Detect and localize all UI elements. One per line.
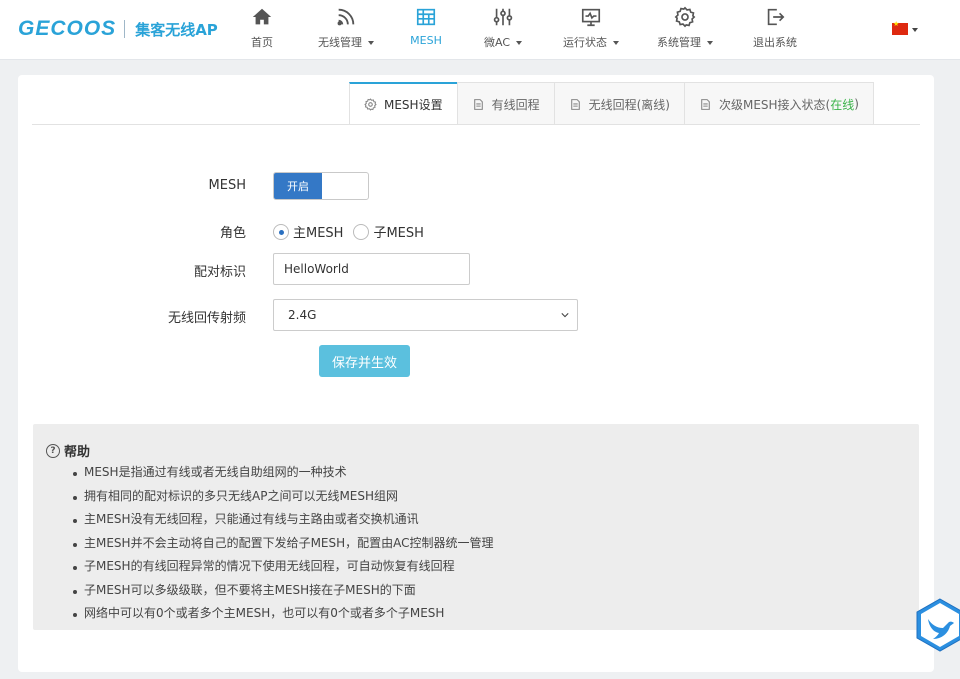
radio-button-unchecked[interactable] (353, 223, 370, 240)
backhaul-band-label: 无线回传射频 (167, 311, 246, 326)
tab-divider (32, 124, 920, 125)
tab-label: MESH设置 (384, 98, 443, 112)
logo-divider (124, 20, 126, 38)
pair-id-input[interactable] (273, 253, 470, 285)
save-and-apply-button[interactable]: 保存并生效 (319, 345, 410, 377)
nav-label-wireless: 无线管理 (318, 36, 362, 49)
document-icon (472, 98, 485, 111)
nav-item-micro-ac[interactable]: 微AC (478, 6, 528, 54)
role-row: 角色 主MESH 子MESH (18, 220, 934, 241)
radio-button-checked[interactable] (273, 223, 289, 240)
nav-label-home: 首页 (251, 36, 273, 49)
role-label: 角色 (219, 226, 246, 241)
pair-id-label: 配对标识 (193, 265, 246, 280)
chevron-down-icon (561, 313, 569, 318)
help-item: 网络中可以有0个或者多个主MESH，也可以有0个或者多个子MESH (71, 602, 494, 626)
brand-subtitle: 集客无线AP (135, 20, 218, 39)
help-panel: ? 帮助 MESH是指通过有线或者无线自助组网的一种技术 拥有相同的配对标识的多… (33, 424, 919, 630)
content-card: MESH设置 有线回程 无线回程(离线) 次级MESH接入状态(在线) MESH… (18, 75, 934, 672)
gear-icon (364, 98, 377, 111)
tab-wireless-backhaul[interactable]: 无线回程(离线) (553, 82, 685, 125)
home-icon (244, 6, 280, 32)
role-radio-group: 主MESH 子MESH (273, 222, 434, 241)
nav-label-mesh: MESH (410, 34, 442, 47)
nav-label-logout: 退出系统 (753, 36, 797, 49)
role-option-label: 子MESH (373, 226, 424, 241)
logout-icon (750, 6, 800, 32)
tab-label: 次级MESH接入状态( (718, 97, 831, 112)
sliders-icon (478, 6, 528, 32)
role-option-label: 主MESH (293, 226, 344, 241)
mesh-toggle-on-label: 开启 (274, 173, 322, 199)
help-item: 子MESH可以多级级联，但不要将主MESH接在子MESH的下面 (71, 579, 494, 603)
tab-mesh-settings[interactable]: MESH设置 (349, 82, 458, 125)
nav-label-micro-ac: 微AC (483, 36, 510, 49)
brand-name: GECOOS (18, 17, 117, 40)
help-list: MESH是指通过有线或者无线自助组网的一种技术 拥有相同的配对标识的多只无线AP… (71, 461, 494, 626)
help-item: MESH是指通过有线或者无线自助组网的一种技术 (71, 461, 494, 485)
nav-item-mesh[interactable]: MESH (406, 6, 446, 54)
monitor-icon (558, 6, 624, 32)
help-item: 子MESH的有线回程异常的情况下使用无线回程，可自动恢复有线回程 (71, 555, 494, 579)
backhaul-band-value: 2.4G (288, 308, 317, 322)
role-radio-sub[interactable]: 子MESH (353, 222, 424, 241)
document-icon (569, 98, 582, 111)
tab-wired-backhaul[interactable]: 有线回程 (456, 82, 555, 125)
chevron-down-icon (368, 41, 374, 45)
nav-label-system: 系统管理 (657, 36, 701, 49)
chevron-down-icon (707, 41, 713, 45)
tab-label-suffix: ) (854, 97, 859, 111)
help-item: 主MESH没有无线回程，只能通过有线与主路由或者交换机通讯 (71, 508, 494, 532)
tab-bar: MESH设置 有线回程 无线回程(离线) 次级MESH接入状态(在线) (349, 82, 874, 125)
question-circle-icon: ? (46, 443, 60, 458)
help-title: ? 帮助 (46, 441, 90, 460)
china-flag-icon[interactable] (892, 20, 908, 35)
mesh-icon (406, 6, 446, 32)
nav-item-home[interactable]: 首页 (244, 6, 280, 54)
gear-icon (652, 6, 718, 32)
language-chevron-down-icon[interactable] (912, 28, 918, 32)
document-icon (699, 98, 712, 111)
nav-item-logout[interactable]: 退出系统 (750, 6, 800, 54)
top-navigation-bar: GECOOS 集客无线AP 首页 无线管理 MESH 微AC 运行状态 系统管理… (0, 0, 960, 60)
nav-item-system[interactable]: 系统管理 (652, 6, 718, 54)
wifi-icon (313, 6, 379, 32)
nav-item-running-status[interactable]: 运行状态 (558, 6, 624, 54)
brand-logo[interactable]: GECOOS 集客无线AP (18, 17, 218, 41)
nav-label-running-status: 运行状态 (563, 36, 607, 49)
help-title-text: 帮助 (64, 445, 91, 460)
help-item: 拥有相同的配对标识的多只无线AP之间可以无线MESH组网 (71, 485, 494, 509)
tab-label: 无线回程(离线) (588, 97, 670, 112)
mesh-switch-row: MESH 开启 (18, 172, 934, 200)
nav-item-wireless[interactable]: 无线管理 (313, 6, 379, 54)
pair-id-row: 配对标识 (18, 253, 934, 285)
tab-label: 有线回程 (491, 97, 540, 112)
backhaul-band-row: 无线回传射频 2.4G (18, 299, 934, 331)
mesh-label: MESH (208, 178, 246, 193)
backhaul-band-select[interactable]: 2.4G (273, 299, 578, 331)
online-status: 在线 (830, 97, 855, 112)
tab-secondary-mesh-status[interactable]: 次级MESH接入状态(在线) (683, 82, 874, 125)
help-item: 主MESH并不会主动将自己的配置下发给子MESH，配置由AC控制器统一管理 (71, 532, 494, 556)
mesh-toggle[interactable]: 开启 (273, 172, 369, 200)
chevron-down-icon (613, 41, 619, 45)
role-radio-master[interactable]: 主MESH (273, 222, 343, 241)
assistant-bird-icon[interactable] (914, 598, 960, 652)
chevron-down-icon (516, 41, 522, 45)
